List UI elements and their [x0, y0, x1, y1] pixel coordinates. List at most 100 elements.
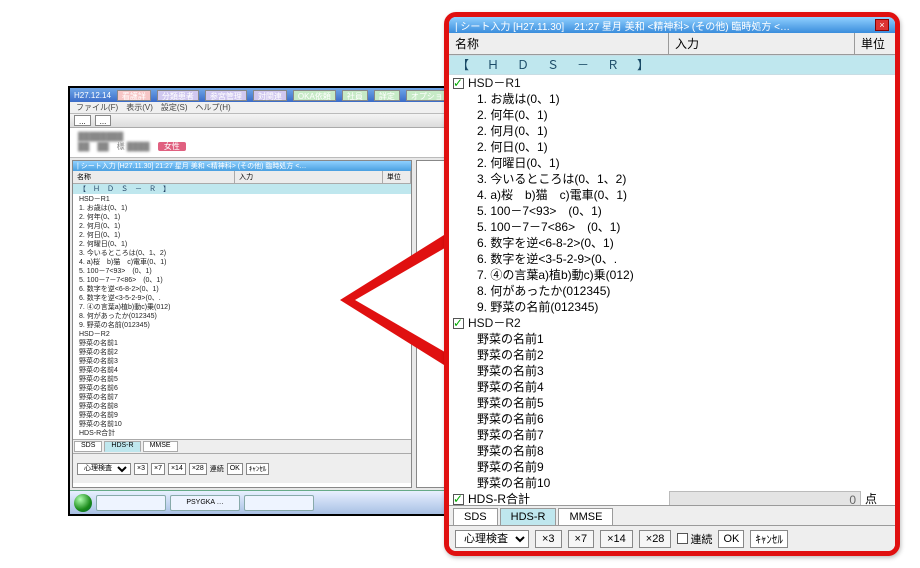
list-item[interactable]: 野菜の名前10: [449, 475, 895, 491]
mini-item[interactable]: 野菜の名前5: [79, 375, 405, 384]
btn-x28[interactable]: ×28: [639, 530, 672, 548]
list-item[interactable]: 5. 100－7<93> (0、1): [449, 203, 895, 219]
btn-x28[interactable]: ×28: [189, 463, 207, 475]
column-headers: 名称 入力 単位: [73, 171, 411, 184]
list-item[interactable]: 野菜の名前6: [449, 411, 895, 427]
btn-ok[interactable]: OK: [227, 463, 243, 475]
list-item[interactable]: 野菜の名前7: [449, 427, 895, 443]
titlebar-date: H27.12.14: [74, 91, 111, 100]
btn-ok[interactable]: OK: [718, 530, 744, 548]
list-item[interactable]: 3. 今いるところは(0、1、2): [449, 171, 895, 187]
toolbar-tab-7[interactable]: 詳定: [374, 90, 400, 101]
list-item[interactable]: 7. ④の言葉a)植b)動c)乗(012): [449, 267, 895, 283]
list-item[interactable]: 8. 何があったか(012345): [449, 283, 895, 299]
subtab[interactable]: ...: [74, 115, 91, 126]
list-item[interactable]: 野菜の名前3: [449, 363, 895, 379]
honorific: 様: [117, 142, 125, 151]
total-label: HDS-R合計: [468, 491, 530, 505]
col-name: 名称: [73, 171, 235, 183]
btn-cancel[interactable]: ｷｬﾝｾﾙ: [246, 463, 270, 475]
btn-x7[interactable]: ×7: [151, 463, 165, 475]
col-input: 入力: [235, 171, 383, 183]
mini-item[interactable]: 野菜の名前7: [79, 393, 405, 402]
list-item[interactable]: 野菜の名前8: [449, 443, 895, 459]
checkbox-icon[interactable]: [453, 78, 464, 89]
mini-sheet-tabs: SDS HDS-R MMSE: [73, 439, 411, 453]
mini-item[interactable]: 野菜の名前9: [79, 411, 405, 420]
col-unit: 単位: [383, 171, 411, 183]
subtab[interactable]: ...: [95, 115, 112, 126]
group-label: HSD－R2: [468, 315, 521, 331]
total-unit: 点: [861, 491, 895, 505]
list-item[interactable]: 野菜の名前9: [449, 459, 895, 475]
tab-sds[interactable]: SDS: [453, 508, 498, 525]
btn-x3[interactable]: ×3: [134, 463, 148, 475]
toolbar-tab-1[interactable]: 看護詳: [117, 90, 151, 101]
zoom-panel: | シート入力 [H27.11.30] 21:27 星月 美和 <精神科> (そ…: [444, 12, 900, 556]
start-orb-icon[interactable]: [74, 494, 92, 512]
sex-tag: 女性: [158, 142, 186, 151]
zoom-col-headers: 名称 入力 単位: [449, 33, 895, 55]
list-item[interactable]: 4. a)桜 b)猫 c)電車(0、1): [449, 187, 895, 203]
toolbar-tab-5[interactable]: OKA依頼: [293, 90, 336, 101]
combo-category[interactable]: 心理検査: [455, 530, 529, 548]
checkbox-icon[interactable]: [453, 494, 464, 505]
list-item[interactable]: 6. 数字を逆<3-5-2-9>(0、.: [449, 251, 895, 267]
list-item[interactable]: 野菜の名前4: [449, 379, 895, 395]
group-hsd-r1[interactable]: HSD－R1: [79, 195, 405, 204]
tab-sds[interactable]: SDS: [74, 441, 102, 452]
task-item[interactable]: PSYGKA …: [170, 495, 240, 511]
mini-item[interactable]: 野菜の名前6: [79, 384, 405, 393]
row-hdsr-total[interactable]: HDS-R合計 0 点: [449, 491, 895, 505]
mini-item[interactable]: 野菜の名前8: [79, 402, 405, 411]
group-hsd-r1[interactable]: HSD－R1: [449, 75, 895, 91]
group-hsd-r2[interactable]: HSD－R2: [449, 315, 895, 331]
zoom-sheet-tabs: SDS HDS-R MMSE: [449, 505, 895, 525]
band-hdsr: 【 Ｈ Ｄ Ｓ － Ｒ 】: [73, 184, 411, 194]
tab-mmse[interactable]: MMSE: [558, 508, 613, 525]
checkbox-icon[interactable]: [453, 318, 464, 329]
col-unit: 単位: [855, 33, 895, 54]
zoom-titlebar: | シート入力 [H27.11.30] 21:27 星月 美和 <精神科> (そ…: [449, 17, 895, 33]
zoom-title: | シート入力 [H27.11.30] 21:27 星月 美和 <精神科> (そ…: [455, 18, 790, 33]
tab-hdsr[interactable]: HDS-R: [104, 441, 140, 452]
list-item[interactable]: 5. 100－7－7<86> (0、1): [449, 219, 895, 235]
list-item[interactable]: 9. 野菜の名前(012345): [449, 299, 895, 315]
group-hdsr-total[interactable]: HDS-R合計: [79, 429, 405, 438]
list-item[interactable]: 2. 何年(0、1): [449, 107, 895, 123]
sheet-title: | シート入力 [H27.11.30] 21:27 星月 美和 <精神科> (そ…: [73, 161, 411, 171]
list-item[interactable]: 6. 数字を逆<6-8-2>(0、1): [449, 235, 895, 251]
task-item[interactable]: [244, 495, 314, 511]
btn-x14[interactable]: ×14: [168, 463, 186, 475]
list-item[interactable]: 2. 何日(0、1): [449, 139, 895, 155]
list-item[interactable]: 2. 何曜日(0、1): [449, 155, 895, 171]
combo-category[interactable]: 心理検査: [77, 463, 131, 475]
btn-x14[interactable]: ×14: [600, 530, 633, 548]
group-label: HSD－R1: [468, 75, 521, 91]
toolbar-tab-6[interactable]: 社員: [342, 90, 368, 101]
chk-renzoku[interactable]: 連続: [210, 464, 224, 474]
task-item[interactable]: [96, 495, 166, 511]
toolbar-tab-4[interactable]: 対関連: [253, 90, 287, 101]
toolbar-tab-2[interactable]: 分類患者: [157, 90, 199, 101]
chk-renzoku[interactable]: 連続: [677, 531, 712, 547]
btn-x7[interactable]: ×7: [568, 530, 595, 548]
list-item[interactable]: 野菜の名前1: [449, 331, 895, 347]
mini-item[interactable]: 野菜の名前10: [79, 420, 405, 429]
toolbar-tab-3[interactable]: 参宮管理: [205, 90, 247, 101]
list-item[interactable]: 野菜の名前2: [449, 347, 895, 363]
mini-item[interactable]: 1. お歳は(0、1): [79, 204, 405, 213]
btn-x3[interactable]: ×3: [535, 530, 562, 548]
list-item[interactable]: 1. お歳は(0、1): [449, 91, 895, 107]
col-name: 名称: [449, 33, 669, 54]
checkbox-icon[interactable]: [677, 533, 688, 544]
zoom-footer: 心理検査 ×3 ×7 ×14 ×28 連続 OK ｷｬﾝｾﾙ: [449, 525, 895, 551]
close-icon[interactable]: ×: [875, 19, 889, 31]
list-item[interactable]: 2. 何月(0、1): [449, 123, 895, 139]
mini-item[interactable]: 2. 何年(0、1): [79, 213, 405, 222]
tab-hdsr[interactable]: HDS-R: [500, 508, 557, 525]
total-value-input[interactable]: 0: [669, 491, 861, 505]
btn-cancel[interactable]: ｷｬﾝｾﾙ: [750, 530, 788, 548]
tab-mmse[interactable]: MMSE: [143, 441, 178, 452]
list-item[interactable]: 野菜の名前5: [449, 395, 895, 411]
